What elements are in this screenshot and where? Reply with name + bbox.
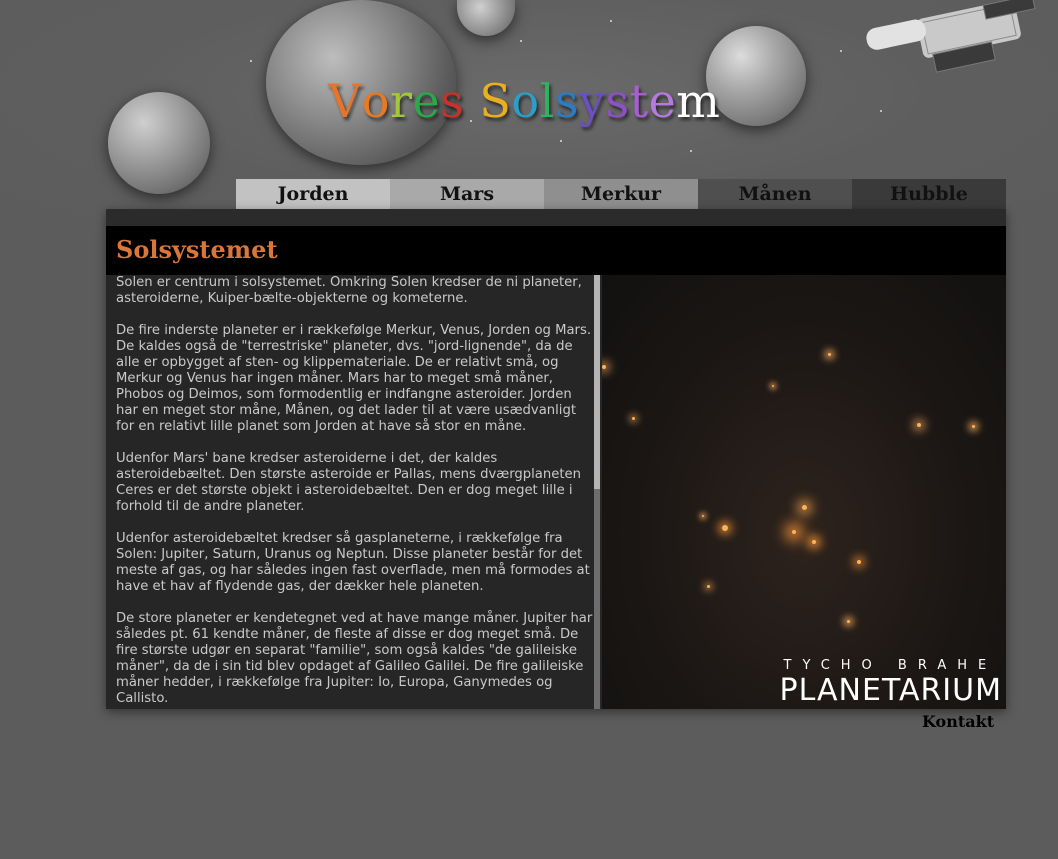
- paragraph: Udenfor asteroidebæltet kredser så gaspl…: [116, 531, 590, 594]
- title-letter: e: [648, 74, 677, 128]
- heading-bar: Solsystemet: [106, 226, 1006, 275]
- paragraph: De fire inderste planeter er i rækkefølg…: [116, 323, 592, 434]
- tab-maanen[interactable]: Månen: [698, 179, 852, 209]
- star-glow: [847, 620, 850, 623]
- main-navigation: Jorden Mars Merkur Månen Hubble: [236, 179, 1006, 209]
- site-title: Vores Solsystem: [328, 74, 720, 128]
- article-text-scroll-area[interactable]: Solen er centrum i solsystemet. Omkring …: [106, 275, 602, 709]
- tab-mars[interactable]: Mars: [390, 179, 544, 209]
- hubble-telescope-icon: [866, 0, 1036, 73]
- star-cluster-photo: TYCHO BRAHE PLANETARIUM: [602, 275, 1006, 709]
- title-letter: V: [328, 74, 362, 128]
- mars-image: [706, 26, 806, 126]
- title-letter: s: [605, 74, 630, 128]
- star-glow: [702, 515, 704, 517]
- logo-top-text: TYCHO BRAHE: [783, 658, 998, 673]
- tycho-brahe-planetarium-logo[interactable]: TYCHO BRAHE PLANETARIUM: [780, 658, 1002, 707]
- star-glow: [857, 560, 861, 564]
- content-panel: Solsystemet Solen er centrum i solsystem…: [106, 209, 1006, 709]
- star-glow: [828, 353, 831, 356]
- paragraph: Solen er centrum i solsystemet. Omkring …: [116, 275, 582, 306]
- star-glow: [602, 365, 606, 369]
- title-letter: o: [511, 74, 540, 128]
- star-dot: [560, 140, 562, 142]
- logo-main-text: PLANETARIUM: [779, 673, 1002, 708]
- title-letter: [464, 74, 479, 128]
- title-letter: t: [629, 74, 649, 128]
- title-letter: S: [479, 74, 512, 128]
- star-dot: [250, 60, 252, 62]
- star-glow: [632, 417, 635, 420]
- star-glow: [772, 385, 774, 387]
- tab-hubble[interactable]: Hubble: [852, 179, 1006, 209]
- title-letter: e: [412, 74, 441, 128]
- title-letter: s: [554, 74, 579, 128]
- title-letter: y: [578, 74, 606, 128]
- title-letter: l: [539, 74, 555, 128]
- star-glow: [917, 423, 921, 427]
- star-dot: [840, 50, 842, 52]
- tab-jorden[interactable]: Jorden: [236, 179, 390, 209]
- page-heading: Solsystemet: [116, 235, 278, 264]
- star-glow: [802, 505, 807, 510]
- star-glow: [722, 525, 728, 531]
- star-glow: [972, 425, 975, 428]
- star-dot: [610, 20, 612, 22]
- star-glow: [792, 530, 796, 534]
- scrollbar-thumb[interactable]: [594, 275, 600, 489]
- star-dot: [690, 150, 692, 152]
- title-letter: r: [389, 74, 413, 128]
- mercury-image: [108, 92, 210, 194]
- star-dot: [880, 110, 882, 112]
- paragraph: Udenfor Mars' bane kredser asteroiderne …: [116, 451, 582, 514]
- contact-link[interactable]: Kontakt: [922, 712, 994, 731]
- star-glow: [812, 540, 816, 544]
- tab-merkur[interactable]: Merkur: [544, 179, 698, 209]
- title-letter: m: [676, 74, 721, 128]
- title-letter: o: [361, 74, 390, 128]
- star-dot: [520, 40, 522, 42]
- paragraph: De store planeter er kendetegnet ved at …: [116, 611, 593, 706]
- star-glow: [707, 585, 710, 588]
- title-letter: s: [440, 74, 465, 128]
